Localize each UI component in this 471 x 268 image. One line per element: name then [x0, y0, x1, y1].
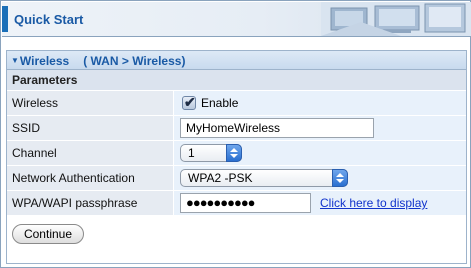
passphrase-value-cell: ●●●●●●●●●● Click here to display: [174, 191, 466, 215]
channel-label: Channel: [7, 141, 173, 165]
ssid-label: SSID: [7, 116, 173, 140]
header-computer-illustration: [321, 2, 471, 36]
section-title: Wireless: [19, 54, 70, 68]
wireless-label: Wireless: [7, 91, 173, 115]
channel-row: Channel 1: [7, 141, 466, 166]
enable-label: Enable: [201, 96, 239, 110]
auth-label: Network Authentication: [7, 166, 173, 190]
channel-selected-value: 1: [188, 146, 195, 160]
wireless-row: Wireless ✔ Enable: [7, 91, 466, 116]
actions-row: Continue: [7, 219, 466, 263]
breadcrumb: ( WAN > Wireless): [83, 54, 186, 68]
wireless-panel: ▼Wireless( WAN > Wireless) Parameters Wi…: [6, 50, 467, 264]
page-title: Quick Start: [14, 12, 84, 27]
passphrase-row: WPA/WAPI passphrase ●●●●●●●●●● Click her…: [7, 191, 466, 216]
channel-select[interactable]: 1: [180, 144, 242, 162]
ssid-input[interactable]: MyHomeWireless: [180, 118, 374, 138]
triangle-down-icon[interactable]: ▼: [11, 51, 19, 70]
passphrase-label: WPA/WAPI passphrase: [7, 191, 173, 215]
section-header[interactable]: ▼Wireless ( WAN > Wireless): [7, 51, 466, 70]
select-stepper-icon[interactable]: [226, 144, 242, 162]
continue-button[interactable]: Continue: [12, 224, 84, 244]
header-accent-bar: [2, 6, 8, 32]
quick-start-window: Quick Start ▼Wireless( WAN > Wireless) P…: [0, 0, 471, 268]
enable-checkbox[interactable]: ✔: [182, 94, 196, 110]
wireless-value-cell: ✔ Enable: [174, 91, 466, 115]
auth-select[interactable]: WPA2 -PSK: [180, 169, 348, 187]
ssid-row: SSID MyHomeWireless: [7, 116, 466, 141]
ssid-value-cell: MyHomeWireless: [174, 116, 466, 140]
auth-value-cell: WPA2 -PSK: [174, 166, 466, 190]
select-stepper-icon[interactable]: [332, 169, 348, 187]
parameters-heading: Parameters: [7, 70, 466, 91]
display-passphrase-link[interactable]: Click here to display: [320, 191, 427, 215]
auth-selected-value: WPA2 -PSK: [188, 171, 253, 185]
channel-value-cell: 1: [174, 141, 466, 165]
passphrase-input[interactable]: ●●●●●●●●●●: [180, 193, 311, 213]
header-divider: [2, 36, 471, 37]
checkmark-icon: ✔: [184, 94, 196, 110]
auth-row: Network Authentication WPA2 -PSK: [7, 166, 466, 191]
header-bar: Quick Start: [2, 2, 471, 36]
